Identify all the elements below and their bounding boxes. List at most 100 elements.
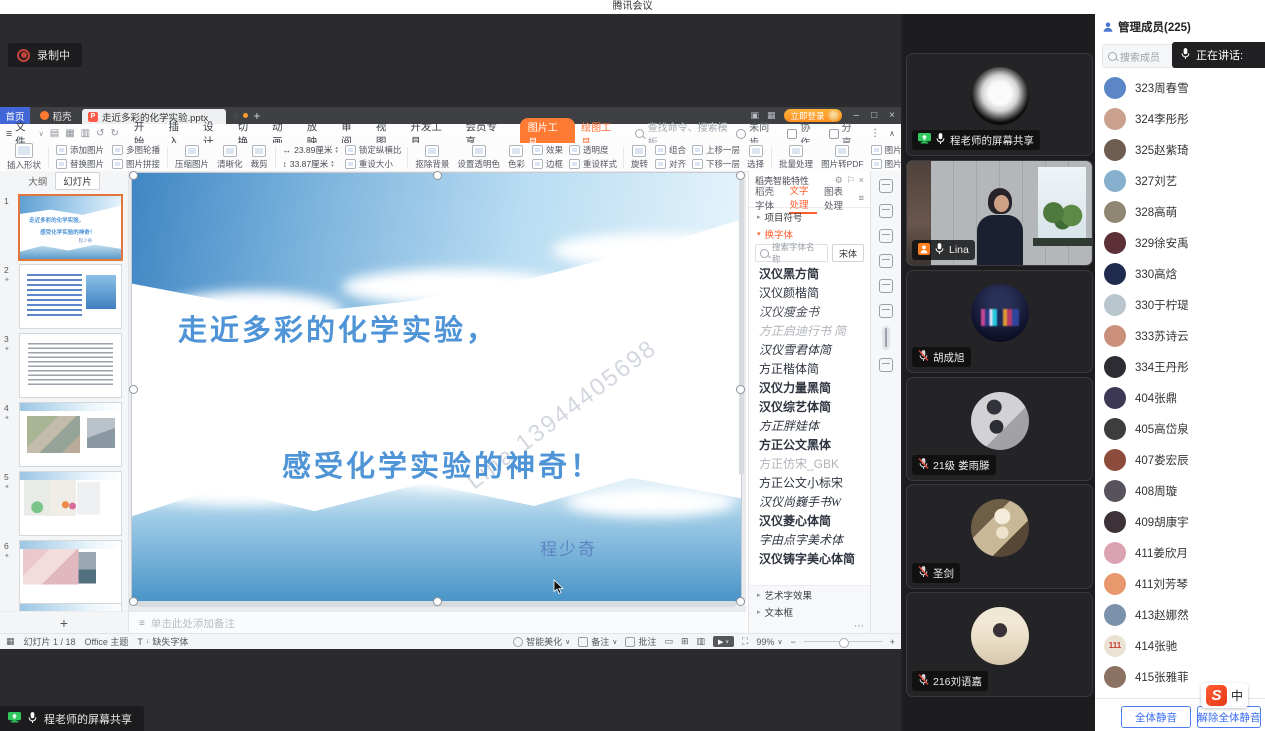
font-item-12[interactable]: 汉仪尚巍手书W — [749, 493, 870, 512]
height-field[interactable]: ↕33.87厘米▴▾ — [283, 158, 338, 170]
tab-docer-fonts[interactable]: 稻壳字体 — [755, 184, 782, 212]
toolbar-设置透明色[interactable]: 设置透明色 — [453, 145, 504, 170]
slide-sorter-icon[interactable]: ⊞ — [681, 636, 689, 647]
properties-icon[interactable] — [879, 179, 893, 193]
zoom-level[interactable]: 99%∨ — [756, 637, 782, 647]
font-item-4[interactable]: 汉仪雪君体简 — [749, 341, 870, 360]
font-item-15[interactable]: 汉仪铸字美心体简 — [749, 550, 870, 569]
font-item-5[interactable]: 方正楷体简 — [749, 360, 870, 379]
notes-button[interactable]: 备注∨ — [578, 635, 617, 648]
font-item-6[interactable]: 汉仪力量黑简 — [749, 379, 870, 398]
toolbar-批量处理[interactable]: 批量处理 — [775, 145, 817, 170]
member-row-1[interactable]: 324李彤彤 — [1095, 103, 1265, 134]
toolbar-重设大小[interactable]: 重设大小 — [345, 158, 402, 170]
selection-handle[interactable] — [736, 385, 745, 394]
slide-author[interactable]: 程少奇 — [540, 535, 597, 560]
undo-icon[interactable]: ↺ — [96, 128, 104, 139]
animation-icon[interactable] — [879, 204, 893, 218]
slide-title-line2[interactable]: 感受化学实验的神奇！ — [282, 443, 602, 485]
comments-panel-icon[interactable] — [879, 358, 893, 372]
member-row-7[interactable]: 330于柠瑅 — [1095, 289, 1265, 320]
vertical-scrollbar[interactable] — [739, 175, 744, 475]
unmute-all-button[interactable]: 解除全体静音 — [1197, 706, 1261, 728]
export-icon[interactable]: ▦ — [65, 128, 74, 139]
mute-all-button[interactable]: 全体静音 — [1121, 706, 1191, 728]
toolbar-多图轮播[interactable]: 多图轮播 — [112, 144, 160, 156]
more-icon[interactable]: ⋯ — [854, 621, 864, 632]
add-slide-button[interactable]: + — [0, 611, 128, 634]
toolbar-添加图片[interactable]: 添加图片 — [56, 144, 104, 156]
toolbar-重设样式[interactable]: 重设样式 — [569, 158, 617, 170]
member-row-11[interactable]: 405高岱泉 — [1095, 413, 1265, 444]
toolbar-裁剪[interactable]: 裁剪 — [247, 145, 272, 170]
member-row-4[interactable]: 328高萌 — [1095, 196, 1265, 227]
close-icon[interactable]: × — [859, 175, 864, 186]
toolbar-图片转PDF[interactable]: 图片转PDF — [817, 145, 868, 170]
notes-bar[interactable]: ≡ 单击此处添加备注 — [129, 611, 746, 634]
toolbar-图片翻译[interactable]: 图片翻译 — [871, 158, 901, 170]
fit-window-icon[interactable]: ⛶ — [742, 636, 748, 647]
zoom-slider[interactable] — [804, 641, 882, 642]
current-font-button[interactable]: 宋体 — [832, 244, 864, 262]
section-textbox[interactable]: ▸ 文本框 — [749, 603, 870, 620]
font-search-input[interactable]: 搜索字体名称 — [755, 244, 828, 262]
toolbar-图片拼接[interactable]: 图片拼接 — [112, 158, 160, 170]
design-icon[interactable] — [879, 229, 893, 243]
toolbar-对齐[interactable]: 对齐 — [655, 158, 686, 170]
toolbar-锁定纵横比[interactable]: 锁定纵横比 — [345, 144, 402, 156]
member-row-8[interactable]: 333苏诗云 — [1095, 320, 1265, 351]
zoom-knob[interactable] — [839, 638, 849, 648]
slide-thumbnail-5[interactable] — [19, 471, 122, 536]
member-row-15[interactable]: 411姜欣月 — [1095, 537, 1265, 568]
font-item-3[interactable]: 方正启迪行书 简 — [749, 322, 870, 341]
normal-view-icon[interactable]: ▭ — [664, 636, 673, 647]
slide-thumbnail-3[interactable] — [19, 333, 122, 398]
toolbar-压缩图片[interactable]: 压缩图片 — [171, 145, 213, 170]
reading-view-icon[interactable]: ▥ — [697, 636, 706, 647]
zoom-in-button[interactable]: + — [890, 637, 895, 647]
tab-chart-processing[interactable]: 图表处理 — [824, 184, 851, 212]
layout-icon[interactable] — [879, 254, 893, 268]
member-row-9[interactable]: 334王丹彤 — [1095, 351, 1265, 382]
slide-thumbnail-4[interactable] — [19, 402, 122, 467]
selection-handle[interactable] — [736, 597, 745, 606]
video-tile-3[interactable]: 21级 娄雨滕 — [906, 377, 1093, 481]
member-row-14[interactable]: 409胡康宇 — [1095, 506, 1265, 537]
member-row-13[interactable]: 408周璇 — [1095, 475, 1265, 506]
slide-thumbnail-1[interactable]: 走近多彩的化学实验，感受化学实验的神奇！程少奇 — [18, 194, 123, 261]
section-change-font[interactable]: ▾ 换字体 — [749, 225, 870, 242]
font-item-14[interactable]: 字由点字美术体 — [749, 531, 870, 550]
save-icon[interactable]: ▤ — [50, 128, 59, 139]
font-item-13[interactable]: 汉仪菱心体简 — [749, 512, 870, 531]
theme-label[interactable]: Office 主题 — [85, 635, 129, 648]
member-row-6[interactable]: 330高焓 — [1095, 258, 1265, 289]
toolbar-色彩[interactable]: 色彩 — [504, 145, 529, 170]
current-slide[interactable]: Lina 13944405698 走近多彩的化学实验， 感受化学实验的神奇！ 程… — [132, 173, 741, 601]
beautify-button[interactable]: 智能美化∨ — [513, 635, 570, 648]
font-item-7[interactable]: 汉仪综艺体简 — [749, 398, 870, 417]
toolbar-组合[interactable]: 组合 — [655, 144, 686, 156]
selection-handle[interactable] — [433, 597, 442, 606]
font-item-10[interactable]: 方正仿宋_GBK — [749, 455, 870, 474]
selection-handle[interactable] — [129, 385, 138, 394]
video-tile-2[interactable]: 胡成旭 — [906, 270, 1093, 373]
video-tile-1[interactable]: Lina — [906, 160, 1093, 266]
toolbar-边框[interactable]: 边框 — [532, 158, 563, 170]
ime-indicator[interactable]: S 中 — [1201, 683, 1248, 708]
docer-feature-icon-active[interactable] — [882, 326, 890, 350]
outline-tab[interactable]: 大纲 — [28, 174, 47, 188]
member-row-10[interactable]: 404张鼎 — [1095, 382, 1265, 413]
toolbar-抠除背景[interactable]: 抠除背景 — [411, 145, 453, 170]
member-row-3[interactable]: 327刘艺 — [1095, 165, 1265, 196]
member-row-5[interactable]: 329徐安禹 — [1095, 227, 1265, 258]
zoom-out-button[interactable]: − — [790, 637, 795, 647]
toolbar-下移一层[interactable]: 下移一层 — [692, 158, 740, 170]
panel-menu-icon[interactable]: ≡ — [858, 193, 864, 204]
font-item-0[interactable]: 汉仪黑方简 — [749, 265, 870, 284]
assets-icon[interactable] — [879, 304, 893, 318]
slides-tab[interactable]: 幻灯片 — [55, 172, 100, 190]
width-field[interactable]: ↔23.89厘米▴▾ — [283, 144, 338, 156]
video-tile-5[interactable]: 216刘语嘉 — [906, 592, 1093, 697]
member-row-16[interactable]: 411刘芳琴 — [1095, 568, 1265, 599]
member-row-17[interactable]: 413赵娜然 — [1095, 599, 1265, 630]
